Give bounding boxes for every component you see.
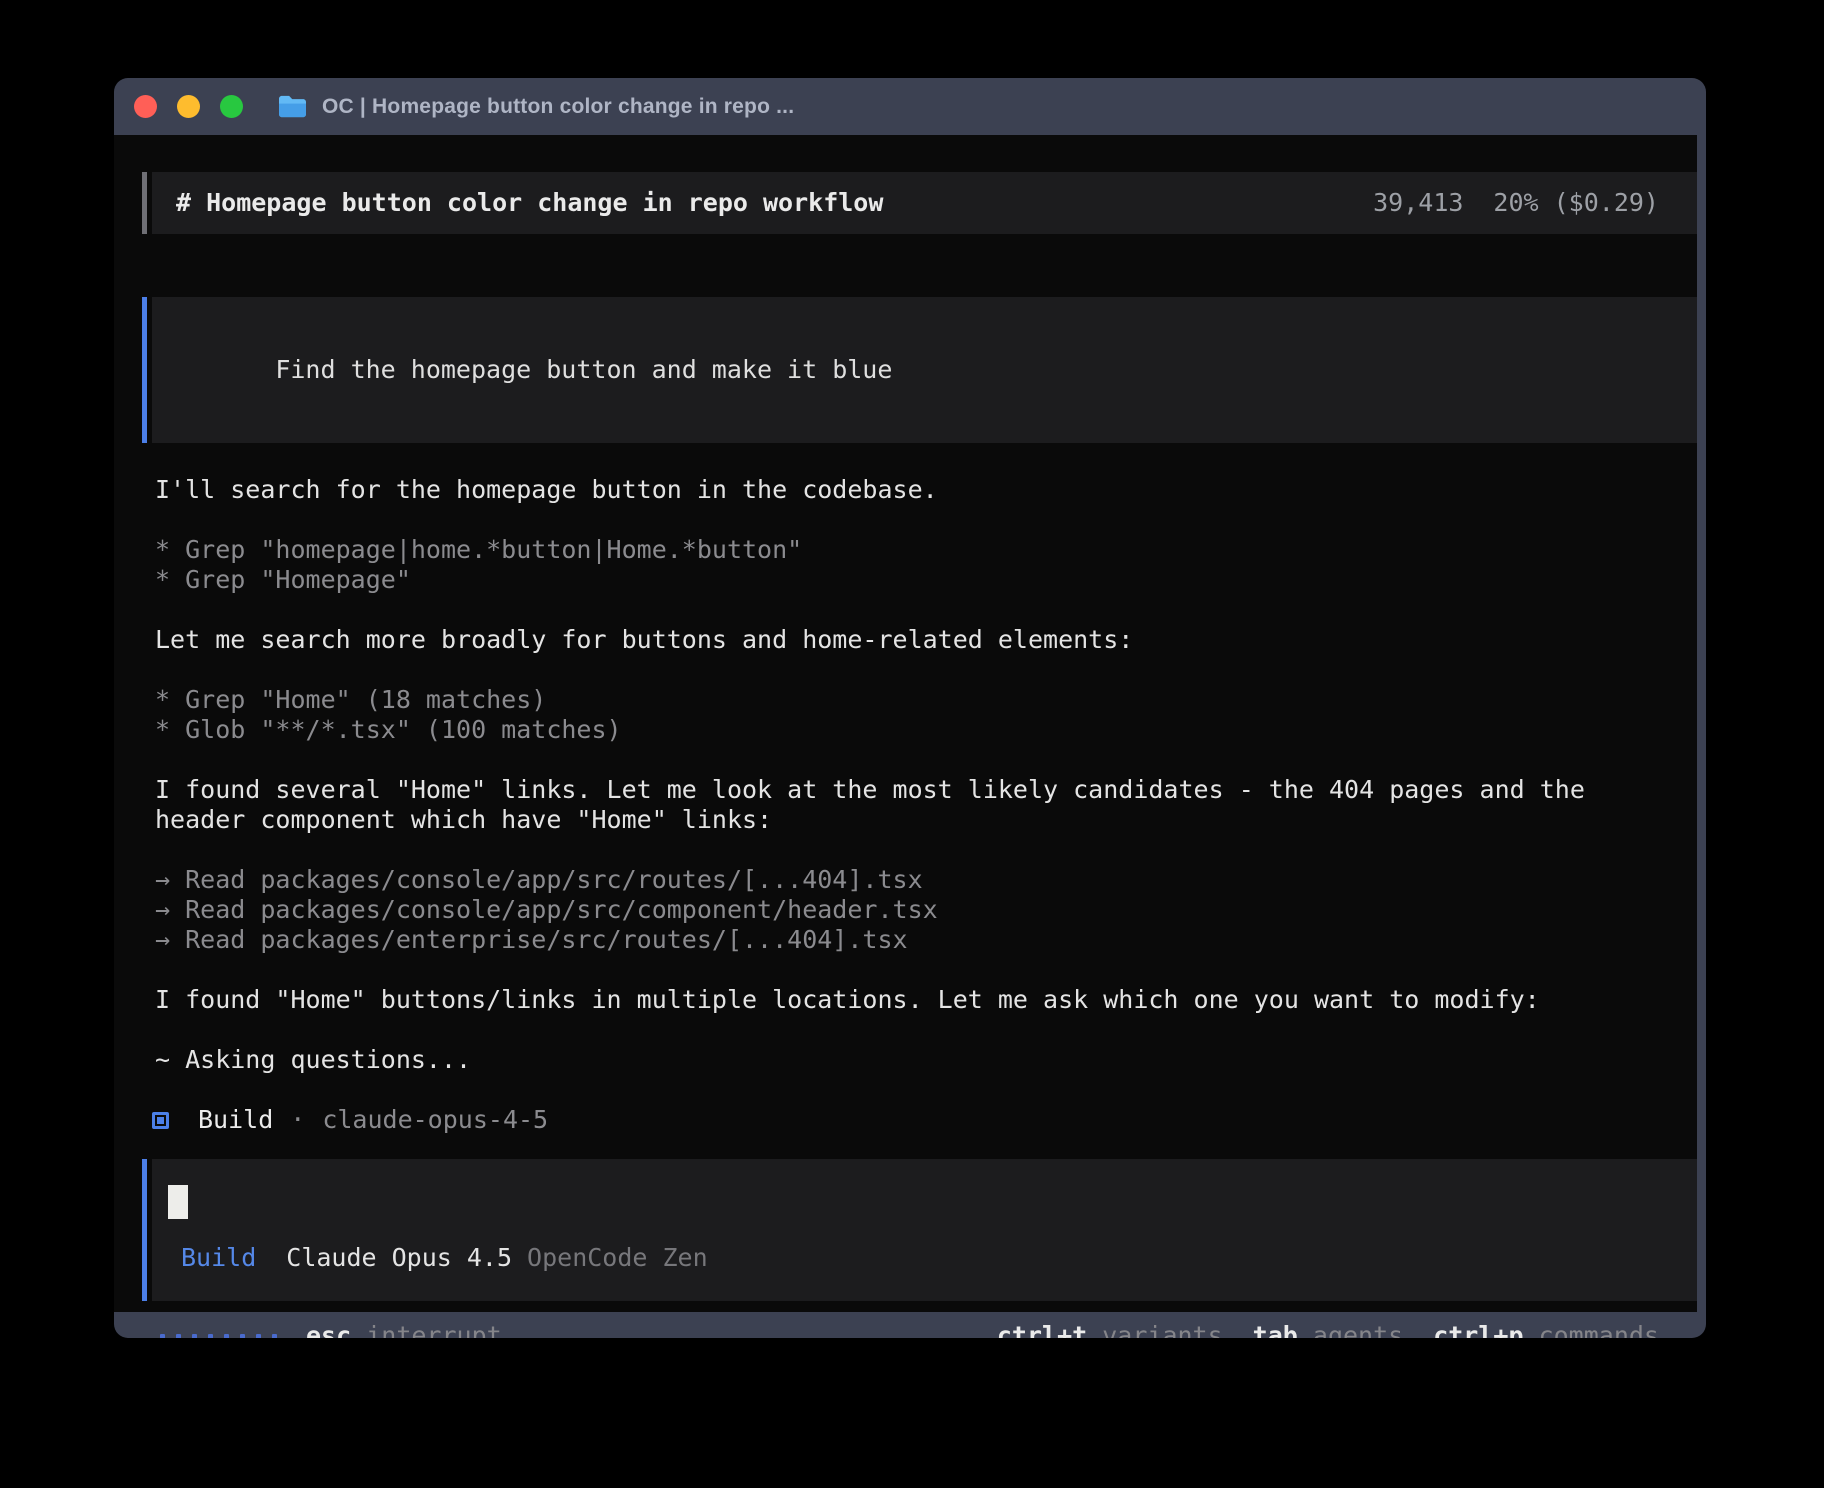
- spinner-dot: [240, 1334, 245, 1339]
- transcript-line: Let me search more broadly for buttons a…: [155, 625, 1697, 655]
- agent-status-name: Build: [198, 1105, 273, 1135]
- agent-status-separator: ·: [290, 1105, 305, 1135]
- terminal-content: # Homepage button color change in repo w…: [114, 135, 1697, 1312]
- session-title: # Homepage button color change in repo w…: [176, 188, 883, 218]
- active-model-label[interactable]: Claude Opus 4.5: [286, 1243, 512, 1273]
- transcript-line: I found "Home" buttons/links in multiple…: [155, 985, 1697, 1015]
- spinner-dot: [256, 1334, 261, 1339]
- transcript-line: → Read packages/console/app/src/componen…: [155, 895, 1697, 925]
- folder-icon: [276, 93, 309, 120]
- transcript-line: I'll search for the homepage button in t…: [155, 475, 1697, 505]
- model-selector-row: Build Claude Opus 4.5 OpenCode Zen: [168, 1243, 1673, 1273]
- transcript-line: [155, 955, 1697, 985]
- transcript-line: [155, 505, 1697, 535]
- transcript-line: header component which have "Home" links…: [155, 805, 1697, 835]
- maximize-button[interactable]: [220, 95, 243, 118]
- spinner-dot: [208, 1334, 213, 1339]
- session-stats: 39,413 20% ($0.29): [1373, 188, 1659, 218]
- transcript-line: * Grep "Home" (18 matches): [155, 685, 1697, 715]
- text-cursor: [168, 1185, 188, 1219]
- transcript-line: [155, 745, 1697, 775]
- close-button[interactable]: [134, 95, 157, 118]
- keyboard-hints-left: esc interrupt: [306, 1321, 502, 1338]
- session-header: # Homepage button color change in repo w…: [152, 172, 1697, 234]
- transcript-line: ~ Asking questions...: [155, 1045, 1697, 1075]
- transcript-line: [155, 835, 1697, 865]
- keyboard-hints-right: ctrl+t variants tab agents ctrl+p commands: [997, 1321, 1659, 1338]
- model-provider-label: OpenCode Zen: [527, 1243, 708, 1273]
- assistant-transcript: I'll search for the homepage button in t…: [142, 475, 1697, 1105]
- keyboard-hint: tab agents: [1253, 1321, 1404, 1338]
- square-in-square-icon: [152, 1112, 169, 1129]
- spinner-dot: [224, 1334, 229, 1339]
- user-message: Find the homepage button and make it blu…: [152, 297, 1697, 443]
- transcript-line: * Glob "**/*.tsx" (100 matches): [155, 715, 1697, 745]
- transcript-line: I found several "Home" links. Let me loo…: [155, 775, 1697, 805]
- transcript-line: → Read packages/console/app/src/routes/[…: [155, 865, 1697, 895]
- transcript-line: [155, 1015, 1697, 1045]
- transcript-line: * Grep "homepage|home.*button|Home.*butt…: [155, 535, 1697, 565]
- transcript-line: [155, 655, 1697, 685]
- transcript-line: → Read packages/enterprise/src/routes/[.…: [155, 925, 1697, 955]
- minimize-button[interactable]: [177, 95, 200, 118]
- traffic-lights: [134, 95, 243, 118]
- terminal-window: OC | Homepage button color change in rep…: [114, 78, 1706, 1338]
- keyboard-hint: ctrl+p commands: [1433, 1321, 1659, 1338]
- user-message-text: Find the homepage button and make it blu…: [275, 355, 892, 384]
- spinner-dot: [272, 1334, 277, 1339]
- spinner-dot: [160, 1334, 165, 1339]
- keyboard-hint: ctrl+t variants: [997, 1321, 1223, 1338]
- spinner-dot: [176, 1334, 181, 1339]
- window-titlebar: OC | Homepage button color change in rep…: [114, 78, 1706, 135]
- prompt-input[interactable]: Build Claude Opus 4.5 OpenCode Zen: [152, 1159, 1697, 1301]
- status-bar: esc interrupt ctrl+t variantstab agentsc…: [142, 1321, 1697, 1338]
- window-title: OC | Homepage button color change in rep…: [322, 95, 794, 119]
- transcript-line: [155, 1075, 1697, 1105]
- transcript-line: [155, 595, 1697, 625]
- agent-status-model: claude-opus-4-5: [322, 1105, 548, 1135]
- active-agent-label[interactable]: Build: [181, 1243, 256, 1273]
- transcript-line: * Grep "Homepage": [155, 565, 1697, 595]
- keyboard-hint: esc interrupt: [306, 1321, 502, 1338]
- working-spinner-dots: [160, 1334, 277, 1339]
- prompt-input-line[interactable]: [168, 1185, 1673, 1219]
- context-usage: 20% ($0.29): [1493, 188, 1659, 218]
- spinner-dot: [192, 1334, 197, 1339]
- agent-status-row: Build · claude-opus-4-5: [142, 1105, 1697, 1135]
- token-count: 39,413: [1373, 188, 1463, 218]
